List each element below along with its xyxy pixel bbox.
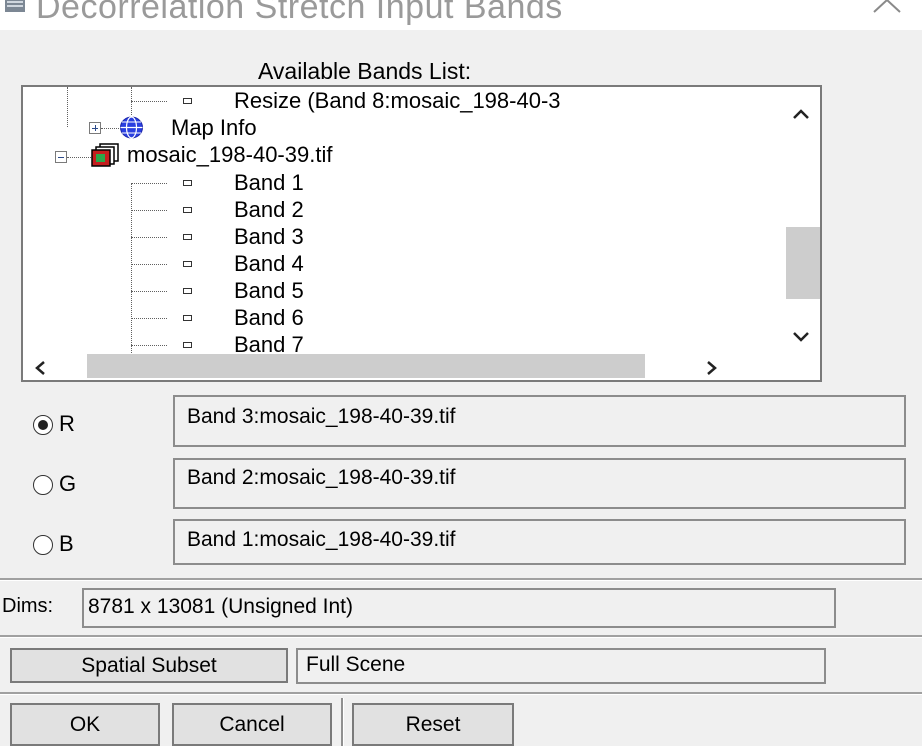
tree-item-label: Band 2: [234, 197, 304, 222]
band-leaf-icon: [183, 315, 192, 321]
scroll-right-icon[interactable]: [705, 359, 719, 377]
spatial-subset-value: Full Scene: [296, 648, 826, 684]
tree-item-label: Band 1: [234, 170, 304, 195]
cancel-button[interactable]: Cancel: [172, 703, 332, 746]
separator: [0, 578, 922, 581]
band-leaf-icon: [183, 342, 192, 348]
raster-file-icon: [91, 143, 119, 167]
separator: [0, 692, 922, 695]
available-bands-tree[interactable]: Resize (Band 8:mosaic_198-40-3 Map Info …: [21, 85, 822, 382]
separator: [0, 635, 922, 638]
tree-line: [131, 183, 132, 353]
spatial-subset-button[interactable]: Spatial Subset: [10, 648, 288, 683]
band-field-r[interactable]: Band 3:mosaic_198-40-39.tif: [173, 395, 906, 447]
window-icon: [5, 0, 25, 12]
button-divider: [341, 698, 344, 746]
tree-item-label: Band 4: [234, 251, 304, 276]
tree-item-label: Band 5: [234, 278, 304, 303]
band-leaf-icon: [183, 234, 192, 240]
collapse-icon[interactable]: [55, 151, 67, 163]
reset-button[interactable]: Reset: [352, 703, 514, 746]
radio-r[interactable]: [33, 415, 53, 435]
tree-line: [67, 87, 68, 127]
band-leaf-icon: [183, 288, 192, 294]
radio-g[interactable]: [33, 475, 53, 495]
horizontal-scroll-thumb[interactable]: [87, 354, 645, 378]
tree-item-label: Map Info: [171, 115, 257, 140]
radio-b-label: B: [59, 531, 74, 556]
radio-r-label: R: [59, 411, 75, 436]
radio-g-label: G: [59, 471, 77, 496]
band-leaf-icon: [183, 261, 192, 267]
globe-icon: [120, 116, 143, 139]
band-leaf-icon: [183, 98, 192, 104]
tree-item-label: Resize (Band 8:mosaic_198-40-3: [234, 88, 561, 113]
tree-item-label: Band 3: [234, 224, 304, 249]
dims-label: Dims:: [2, 595, 54, 617]
band-leaf-icon: [183, 180, 192, 186]
expand-icon[interactable]: [89, 122, 101, 134]
title-bar: Decorrelation Stretch Input Bands: [0, 0, 922, 30]
vertical-scrollbar[interactable]: [785, 89, 820, 354]
scroll-left-icon[interactable]: [33, 359, 47, 377]
tree-item-label: Band 6: [234, 305, 304, 330]
dims-value: 8781 x 13081 (Unsigned Int): [82, 588, 836, 628]
ok-button[interactable]: OK: [10, 703, 160, 746]
window-title: Decorrelation Stretch Input Bands: [36, 0, 563, 26]
scroll-up-icon[interactable]: [791, 107, 811, 121]
vertical-scroll-thumb[interactable]: [786, 227, 820, 299]
available-bands-label: Available Bands List:: [258, 58, 472, 84]
band-field-g[interactable]: Band 2:mosaic_198-40-39.tif: [173, 458, 906, 509]
tree-item-label: mosaic_198-40-39.tif: [127, 142, 333, 167]
band-field-b[interactable]: Band 1:mosaic_198-40-39.tif: [173, 519, 906, 565]
scroll-down-icon[interactable]: [791, 329, 811, 343]
radio-b[interactable]: [33, 535, 53, 555]
band-leaf-icon: [183, 207, 192, 213]
chevron-up-icon[interactable]: [870, 0, 904, 16]
